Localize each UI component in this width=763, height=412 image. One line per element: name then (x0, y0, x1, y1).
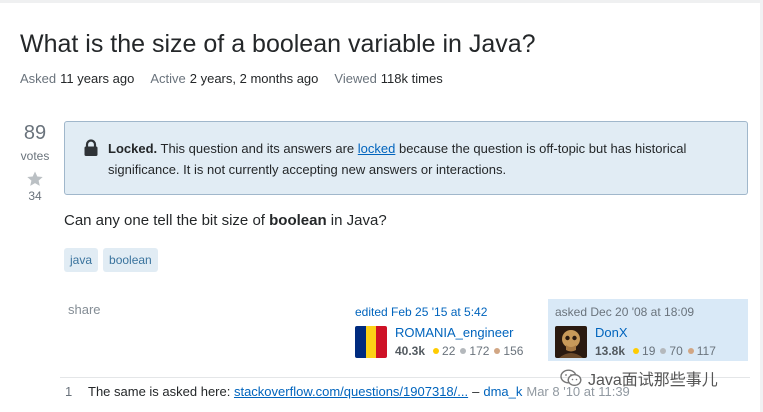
editor-avatar[interactable] (355, 326, 387, 358)
top-border (0, 0, 763, 3)
body-text-before: Can any one tell the bit size of (64, 212, 270, 229)
question-meta: Asked 11 years ago Active 2 years, 2 month… (20, 71, 443, 86)
tag-java[interactable]: java (64, 248, 99, 272)
locked-title: Locked. (108, 141, 158, 156)
silver-badge-icon (460, 348, 467, 354)
edited-time[interactable]: edited Feb 25 '15 at 5:42 (355, 305, 535, 319)
editor-stats: 40.3k 22 172 156 (395, 344, 523, 358)
meta-viewed-label: Viewed (334, 71, 377, 86)
tag-boolean[interactable]: boolean (103, 248, 158, 272)
comment-item: 1 The same is asked here: stackoverflow.… (60, 384, 630, 399)
editor-bronze-count: 156 (503, 344, 524, 358)
locked-link[interactable]: locked (358, 141, 396, 156)
owner-user: DonX 13.8k 19 70 117 (555, 326, 741, 358)
owner-bronze-count: 117 (696, 344, 716, 358)
share-link[interactable]: share (68, 302, 101, 317)
owner-name[interactable]: DonX (595, 326, 716, 340)
star-icon[interactable] (26, 170, 44, 188)
editor-reputation: 40.3k (395, 344, 426, 358)
watermark: Java面试那些事儿 (560, 366, 718, 390)
meta-active-value[interactable]: 2 years, 2 months ago (190, 71, 319, 86)
editor-gold-count: 22 (442, 344, 456, 358)
owner-silver-count: 70 (669, 344, 683, 358)
comment-user[interactable]: dma_k (483, 384, 522, 399)
tag-list: java boolean (64, 248, 158, 272)
meta-asked-value: 11 years ago (60, 71, 135, 86)
vote-count: 89 (23, 122, 47, 144)
meta-asked: Asked 11 years ago (20, 71, 134, 86)
question-body: Can any one tell the bit size of boolean… (64, 212, 387, 229)
editor-details: ROMANIA_engineer 40.3k 22 172 156 (395, 326, 523, 359)
bronze-badge-icon (494, 348, 501, 354)
meta-viewed: Viewed 118k times (334, 71, 442, 86)
body-text-after: in Java? (326, 212, 387, 229)
meta-viewed-value: 118k times (380, 71, 443, 86)
question-title[interactable]: What is the size of a boolean variable i… (20, 30, 536, 59)
wechat-icon (560, 369, 582, 387)
asked-time: asked Dec 20 '08 at 18:09 (555, 305, 695, 319)
comment-text-before: The same is asked here: (88, 384, 234, 399)
owner-reputation: 13.8k (595, 344, 626, 358)
silver-badge-icon (660, 348, 667, 354)
locked-notice: Locked. This question and its answers ar… (64, 121, 748, 195)
editor-name[interactable]: ROMANIA_engineer (395, 326, 523, 340)
vote-cell: 89 votes 34 (14, 122, 56, 203)
watermark-text: Java面试那些事儿 (588, 372, 718, 389)
comment-text: The same is asked here: stackoverflow.co… (88, 384, 468, 399)
editor-card: edited Feb 25 '15 at 5:42 ROMANIA_engine… (350, 299, 540, 361)
comment-score: 1 (65, 384, 73, 399)
owner-gold-count: 19 (642, 344, 656, 358)
vote-label: votes (20, 149, 50, 163)
comment-link[interactable]: stackoverflow.com/questions/1907318/... (234, 384, 468, 399)
owner-avatar[interactable] (555, 326, 587, 358)
meta-asked-label: Asked (20, 71, 57, 86)
comment-dash: – (472, 384, 480, 399)
favorite-count: 34 (28, 189, 42, 203)
gold-badge-icon (633, 348, 640, 354)
body-bold: boolean (269, 212, 327, 229)
locked-text-before: This question and its answers are (157, 141, 358, 156)
gold-badge-icon (433, 348, 440, 354)
editor-silver-count: 172 (469, 344, 490, 358)
owner-stats: 13.8k 19 70 117 (595, 344, 716, 358)
editor-user: ROMANIA_engineer 40.3k 22 172 156 (355, 326, 535, 358)
lock-icon (84, 139, 98, 156)
locked-text: Locked. This question and its answers ar… (108, 138, 728, 180)
bronze-badge-icon (687, 348, 694, 354)
owner-card: asked Dec 20 '08 at 18:09 DonX 13.8k 19 … (548, 299, 748, 361)
meta-active: Active 2 years, 2 months ago (150, 71, 318, 86)
owner-details: DonX 13.8k 19 70 117 (595, 326, 716, 359)
meta-active-label: Active (150, 71, 186, 86)
